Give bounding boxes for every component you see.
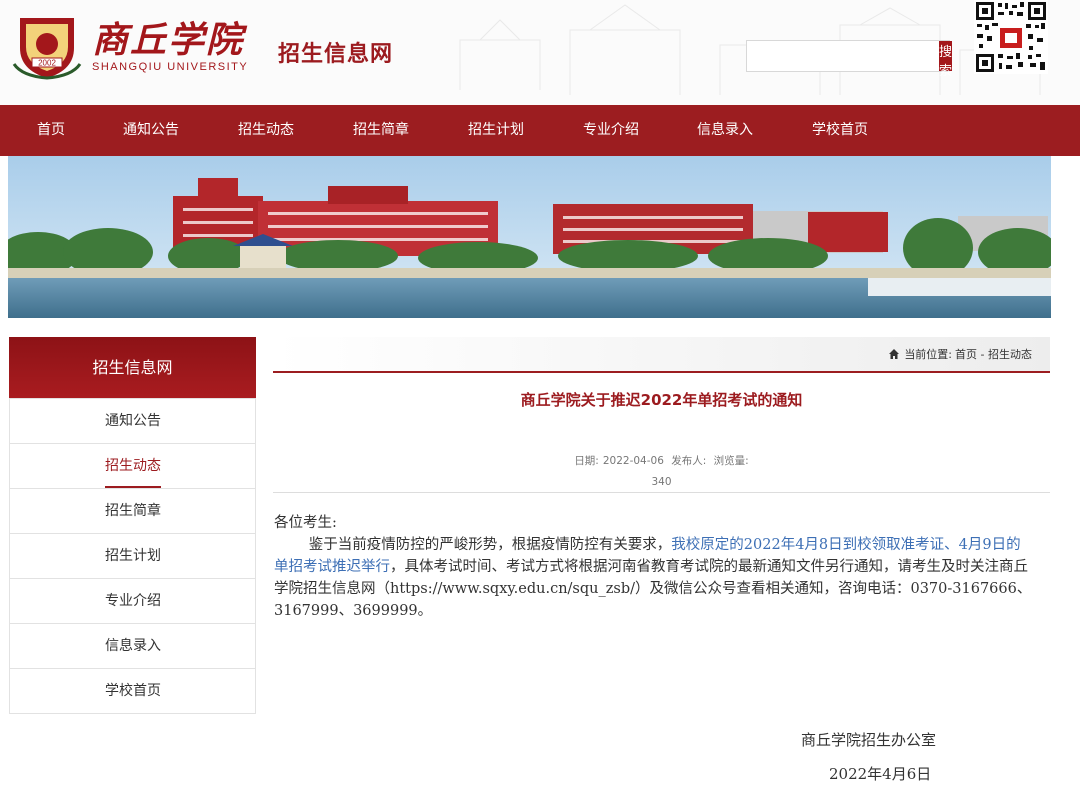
sidebar-item-info-entry[interactable]: 信息录入 (10, 623, 255, 668)
qr-code-icon[interactable] (974, 0, 1048, 74)
breadcrumb-home-link[interactable]: 首页 (955, 346, 977, 362)
main-nav: 首页 通知公告 招生动态 招生简章 招生计划 专业介绍 信息录入 学校首页 (0, 105, 1080, 156)
breadcrumb: 当前位置: 首页 - 招生动态 (888, 346, 1032, 362)
article-meta: 日期: 2022-04-06 发布人: 浏览量: 340 (273, 451, 1050, 493)
sidebar-item-admission-news[interactable]: 招生动态 (10, 443, 255, 488)
nav-item-home[interactable]: 首页 (37, 105, 65, 156)
sidebar-item-admission-plan[interactable]: 招生计划 (10, 533, 255, 578)
article-greeting: 各位考生: (274, 515, 337, 531)
sidebar-item-school-home[interactable]: 学校首页 (10, 668, 255, 713)
article-paragraph: 鉴于当前疫情防控的严峻形势，根据疫情防控有关要求，我校原定的2022年4月8日到… (274, 534, 1034, 622)
nav-item-majors[interactable]: 专业介绍 (583, 105, 639, 156)
search-input[interactable] (747, 41, 939, 71)
article-signature: 商丘学院招生办公室 (801, 731, 937, 749)
home-icon (889, 349, 900, 359)
article-sign-date: 2022年4月6日 (829, 765, 932, 783)
divider (273, 492, 1050, 493)
view-count: 340 (651, 476, 672, 488)
sidebar-item-notices[interactable]: 通知公告 (10, 398, 255, 443)
university-emblem-icon: 2002 (12, 18, 82, 80)
article-body: 各位考生: 鉴于当前疫情防控的严峻形势，根据疫情防控有关要求，我校原定的2022… (274, 512, 1034, 622)
university-logo[interactable]: 2002 商丘学院 SHANGQIU UNIVERSITY (12, 12, 282, 82)
sidebar: 招生信息网 通知公告 招生动态 招生简章 招生计划 专业介绍 信息录入 学校首页 (9, 337, 256, 714)
sidebar-item-admission-guide[interactable]: 招生简章 (10, 488, 255, 533)
article-title: 商丘学院关于推迟2022年单招考试的通知 (520, 391, 803, 409)
paragraph-text-1: 鉴于当前疫情防控的严峻形势，根据疫情防控有关要求， (308, 537, 672, 553)
publisher-label: 发布人: (671, 455, 707, 467)
campus-sketch-background (459, 4, 1041, 95)
sidebar-title: 招生信息网 (9, 337, 256, 398)
nav-item-info-entry[interactable]: 信息录入 (697, 105, 753, 156)
campus-banner-image (8, 156, 1051, 318)
logo-chinese-name: 商丘学院 (92, 19, 245, 61)
breadcrumb-current[interactable]: 招生动态 (988, 346, 1032, 362)
nav-item-admission-guide[interactable]: 招生简章 (353, 105, 409, 156)
site-header: 2002 商丘学院 SHANGQIU UNIVERSITY 招生信息网 搜索 (0, 0, 1080, 105)
search-button[interactable]: 搜索 (939, 41, 953, 79)
nav-item-admission-plan[interactable]: 招生计划 (468, 105, 524, 156)
nav-item-admission-news[interactable]: 招生动态 (238, 105, 294, 156)
nav-item-notices[interactable]: 通知公告 (123, 105, 179, 156)
nav-item-school-home[interactable]: 学校首页 (812, 105, 868, 156)
sidebar-item-majors[interactable]: 专业介绍 (10, 578, 255, 623)
views-label: 浏览量: (713, 455, 749, 467)
sidebar-menu: 通知公告 招生动态 招生简章 招生计划 专业介绍 信息录入 学校首页 (9, 398, 256, 714)
article-date: 2022-04-06 (602, 455, 664, 467)
site-name: 招生信息网 (278, 42, 394, 67)
breadcrumb-bar: 当前位置: 首页 - 招生动态 (273, 337, 1050, 373)
search-box: 搜索 (746, 40, 953, 79)
breadcrumb-prefix: 当前位置: (904, 348, 953, 361)
breadcrumb-separator: - (977, 347, 988, 361)
svg-text:2002: 2002 (38, 59, 56, 68)
date-label: 日期: (574, 455, 599, 467)
logo-english-name: SHANGQIU UNIVERSITY (92, 61, 249, 73)
